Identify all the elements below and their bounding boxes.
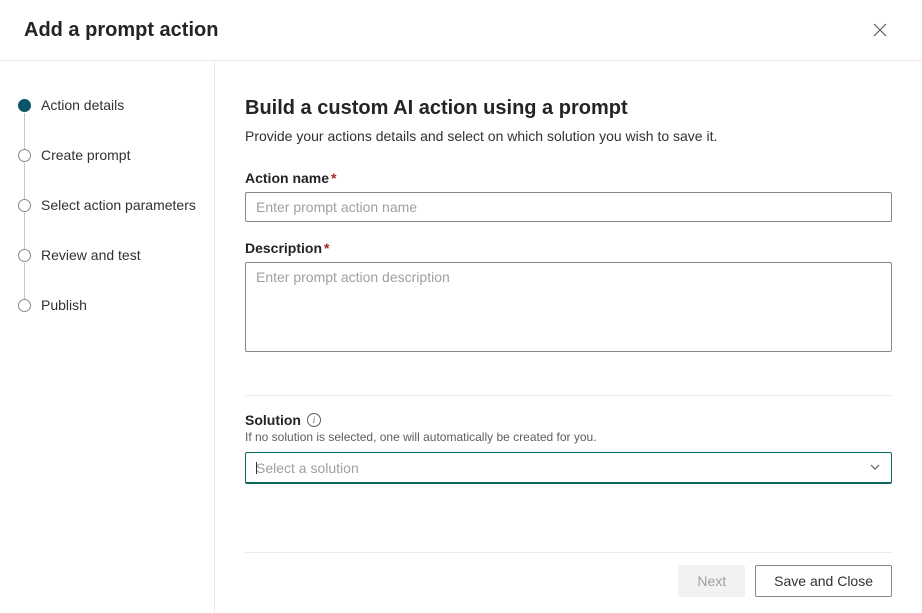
step-label: Action details — [41, 97, 124, 113]
solution-placeholder: Select a solution — [256, 460, 359, 476]
step-review-and-test[interactable]: Review and test — [18, 247, 198, 297]
dialog-header: Add a prompt action — [0, 0, 922, 61]
step-publish[interactable]: Publish — [18, 297, 198, 313]
solution-group: Solution i If no solution is selected, o… — [245, 412, 892, 484]
step-indicator-icon — [18, 99, 31, 112]
solution-label: Solution — [245, 412, 301, 428]
required-asterisk: * — [324, 240, 329, 256]
action-name-group: Action name* — [245, 170, 892, 222]
step-indicator-icon — [18, 299, 31, 312]
step-action-details[interactable]: Action details — [18, 97, 198, 147]
solution-helper-text: If no solution is selected, one will aut… — [245, 430, 892, 444]
dialog-footer: Next Save and Close — [245, 552, 892, 597]
step-label: Create prompt — [41, 147, 130, 163]
description-input[interactable] — [245, 262, 892, 352]
info-icon[interactable]: i — [307, 413, 321, 427]
page-subtitle: Provide your actions details and select … — [245, 128, 892, 144]
close-icon — [873, 23, 887, 37]
text-cursor — [256, 462, 257, 474]
close-button[interactable] — [868, 18, 892, 42]
step-label: Review and test — [41, 247, 141, 263]
next-button[interactable]: Next — [678, 565, 745, 597]
step-label: Publish — [41, 297, 87, 313]
solution-select[interactable]: Select a solution — [245, 452, 892, 484]
dialog-title: Add a prompt action — [24, 19, 218, 42]
main-panel: Build a custom AI action using a prompt … — [215, 61, 922, 613]
step-label: Select action parameters — [41, 197, 196, 213]
solution-label-row: Solution i — [245, 412, 892, 428]
placeholder-text: Select a solution — [256, 460, 359, 476]
wizard-steps-sidebar: Action details Create prompt Select acti… — [0, 61, 215, 613]
required-asterisk: * — [331, 170, 336, 186]
label-text: Description — [245, 240, 322, 256]
label-text: Action name — [245, 170, 329, 186]
section-divider — [245, 395, 892, 396]
step-create-prompt[interactable]: Create prompt — [18, 147, 198, 197]
action-name-label: Action name* — [245, 170, 892, 186]
step-indicator-icon — [18, 249, 31, 262]
page-heading: Build a custom AI action using a prompt — [245, 97, 892, 120]
chevron-down-icon — [869, 460, 881, 476]
step-select-action-parameters[interactable]: Select action parameters — [18, 197, 198, 247]
action-name-input[interactable] — [245, 192, 892, 222]
description-label: Description* — [245, 240, 892, 256]
step-indicator-icon — [18, 199, 31, 212]
dialog-body: Action details Create prompt Select acti… — [0, 61, 922, 613]
description-group: Description* — [245, 240, 892, 355]
step-indicator-icon — [18, 149, 31, 162]
save-and-close-button[interactable]: Save and Close — [755, 565, 892, 597]
steps-list: Action details Create prompt Select acti… — [18, 97, 198, 313]
